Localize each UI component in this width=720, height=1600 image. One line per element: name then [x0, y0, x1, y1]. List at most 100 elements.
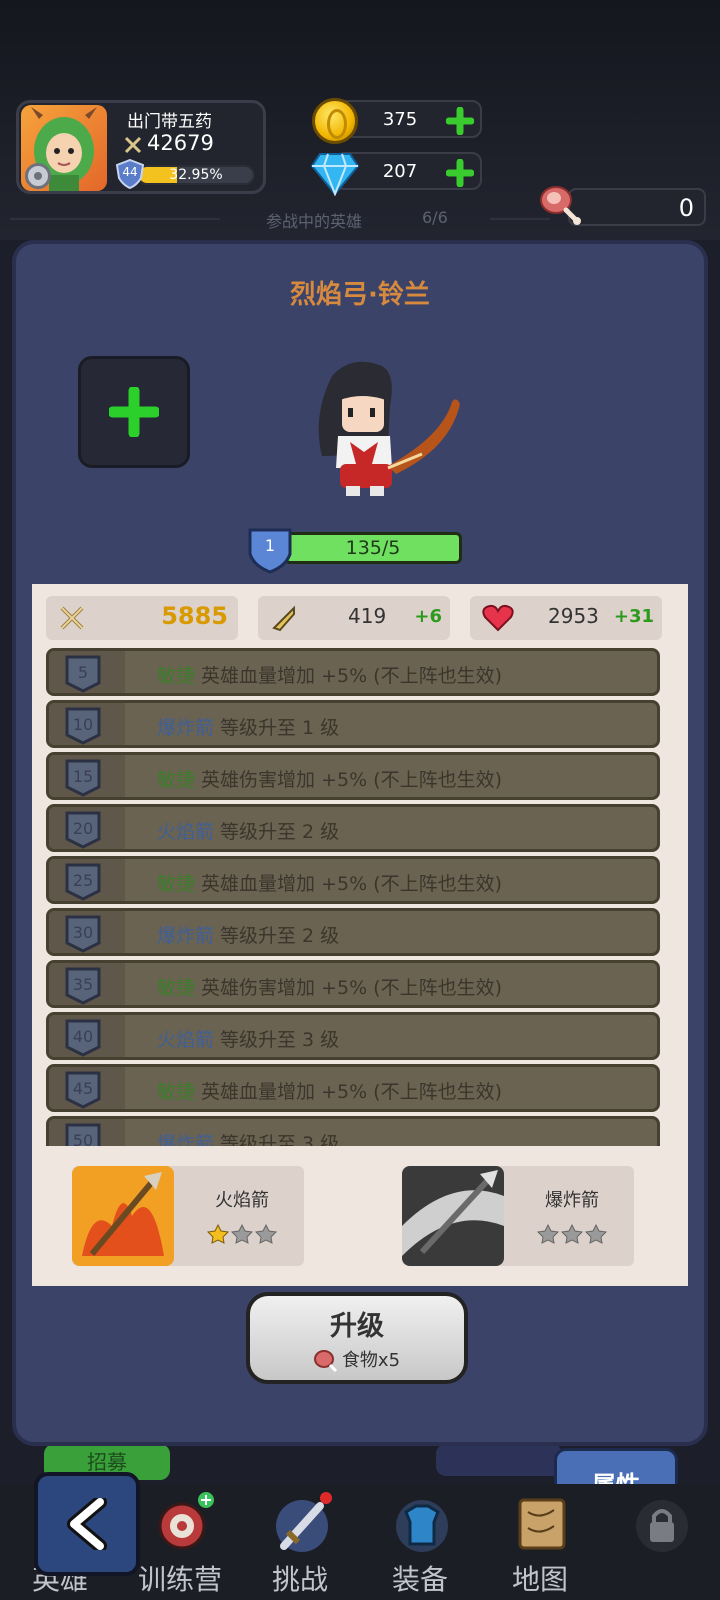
unlock-row-level-cell: 40 [49, 1015, 125, 1057]
unlock-row-level-cell: 45 [49, 1067, 125, 1109]
unlock-level: 15 [72, 767, 94, 786]
unlock-text: 爆炸箭 等级升至 2 级 [157, 921, 339, 948]
upgrade-button[interactable]: 升级 食物x5 [246, 1292, 468, 1384]
nav-map[interactable]: 地图 [480, 1492, 600, 1600]
unlock-desc: 等级升至 1 级 [220, 717, 340, 739]
unlock-tag: 敏捷 [157, 665, 196, 687]
upgrade-cost: 食物x5 [250, 1346, 464, 1373]
unlock-tag: 爆炸箭 [157, 925, 215, 947]
attack-stat: 5885 [46, 596, 238, 640]
unlock-desc: 英雄血量增加 +5% (不上阵也生效) [201, 1081, 502, 1103]
skill-card-fire-arrow[interactable]: 火焰箭 [72, 1166, 304, 1266]
hp-value: 2953 [548, 604, 599, 628]
hero-level-bar: 135/5 1 [246, 526, 478, 574]
unlock-row: 50 爆炸箭 等级升至 3 级 [46, 1116, 660, 1146]
player-exp-text: 32.95% [169, 167, 223, 183]
level-badge: 35 [63, 965, 103, 1005]
boot-speed-icon [272, 605, 295, 632]
unlock-row-level-cell: 15 [49, 755, 125, 797]
crossed-swords-icon [60, 606, 84, 630]
settings-gear-icon[interactable] [25, 163, 51, 189]
unlock-text: 火焰箭 等级升至 3 级 [157, 1025, 339, 1052]
unlock-row-level-cell: 30 [49, 911, 125, 953]
level-badge: 45 [63, 1069, 103, 1109]
unlock-row-level-cell: 5 [49, 651, 125, 693]
recruit-label: 招募 [87, 1450, 127, 1474]
challenge-sword-icon [276, 1492, 332, 1552]
skill-stars-rating [206, 1224, 278, 1244]
unlock-text: 敏捷 英雄血量增加 +5% (不上阵也生效) [157, 1077, 502, 1104]
skill-stars-rating [536, 1224, 608, 1244]
crossed-swords-icon [124, 136, 142, 154]
nav-label: 挑战 [271, 1563, 328, 1596]
unlock-level: 20 [72, 819, 94, 838]
unlock-desc: 英雄血量增加 +5% (不上阵也生效) [201, 665, 502, 687]
hero-exp-text: 135/5 [345, 537, 401, 559]
team-count: 6/6 [422, 208, 448, 227]
unlock-tag: 火焰箭 [157, 1029, 215, 1051]
upgrade-label: 升级 [330, 1311, 384, 1342]
nav-challenge[interactable]: 挑战 [240, 1492, 360, 1600]
level-badge: 15 [63, 757, 103, 797]
add-gem-plus-icon[interactable] [446, 159, 474, 187]
unlock-text: 敏捷 英雄血量增加 +5% (不上阵也生效) [157, 869, 502, 896]
unlock-text: 敏捷 英雄血量增加 +5% (不上阵也生效) [157, 661, 502, 688]
unlock-row: 15 敏捷 英雄伤害增加 +5% (不上阵也生效) [46, 752, 660, 800]
level-badge: 20 [63, 809, 103, 849]
speed-value: 419 [348, 604, 387, 628]
gold-coin-icon [312, 98, 358, 144]
add-gold-plus-icon[interactable] [446, 107, 474, 135]
hero-stats-area: 5885 419 +6 2953 +31 5 敏捷 英雄血量增加 +5% (不上阵也… [32, 584, 688, 1286]
back-button[interactable] [34, 1472, 140, 1576]
add-equipment-slot[interactable] [78, 356, 190, 468]
unlock-row: 25 敏捷 英雄血量增加 +5% (不上阵也生效) [46, 856, 660, 904]
fire-arrow-icon [72, 1166, 174, 1266]
equipment-armor-icon [396, 1500, 448, 1552]
unlock-tag: 火焰箭 [157, 821, 215, 843]
unlock-level: 25 [72, 871, 94, 890]
unlock-desc: 英雄伤害增加 +5% (不上阵也生效) [201, 977, 502, 999]
unlock-level: 10 [72, 715, 94, 734]
unlock-tag: 爆炸箭 [157, 1133, 215, 1146]
attack-value: 5885 [161, 602, 228, 630]
speed-stat: 419 +6 [258, 596, 450, 640]
unlock-tag: 敏捷 [157, 1081, 196, 1103]
meat-food-icon [313, 1350, 337, 1373]
player-card[interactable]: 出门带五药 42679 32.95% 44 [16, 100, 266, 194]
unlock-tag: 敏捷 [157, 977, 196, 999]
player-name: 出门带五药 [127, 112, 212, 132]
nav-equipment[interactable]: 装备 [360, 1492, 480, 1600]
unlock-text: 敏捷 英雄伤害增加 +5% (不上阵也生效) [157, 765, 502, 792]
unlock-level: 45 [72, 1079, 94, 1098]
hero-sprite-archer [318, 361, 460, 496]
unlock-row: 45 敏捷 英雄血量增加 +5% (不上阵也生效) [46, 1064, 660, 1112]
diamond-gem-icon [310, 153, 360, 196]
team-label: 参战中的英雄 [266, 212, 363, 231]
player-avatar[interactable] [21, 105, 107, 191]
hp-stat: 2953 +31 [470, 596, 662, 640]
level-badge: 30 [63, 913, 103, 953]
player-exp-bar: 32.95% [137, 165, 255, 185]
nav-locked[interactable] [600, 1492, 720, 1600]
unlock-tag: 爆炸箭 [157, 717, 215, 739]
unlock-level: 50 [72, 1131, 94, 1146]
level-unlock-list[interactable]: 5 敏捷 英雄血量增加 +5% (不上阵也生效) 10 爆炸箭 等级升至 1 级 15 敏捷英… [46, 648, 660, 1146]
skill-name: 爆炸箭 [545, 1190, 599, 1211]
unlock-row: 5 敏捷 英雄血量增加 +5% (不上阵也生效) [46, 648, 660, 696]
food-currency[interactable]: 0 [568, 188, 706, 226]
unlock-row: 40 火焰箭 等级升至 3 级 [46, 1012, 660, 1060]
fire-arrow-skill-image [72, 1166, 174, 1266]
unlock-desc: 英雄伤害增加 +5% (不上阵也生效) [201, 769, 502, 791]
unlock-text: 火焰箭 等级升至 2 级 [157, 817, 339, 844]
unlock-text: 爆炸箭 等级升至 1 级 [157, 713, 339, 740]
unlock-row: 35 敏捷 英雄伤害增加 +5% (不上阵也生效) [46, 960, 660, 1008]
skill-card-bomb-arrow[interactable]: 爆炸箭 [402, 1166, 634, 1266]
unlock-row-level-cell: 20 [49, 807, 125, 849]
hidden-dark-button [436, 1444, 562, 1476]
level-badge: 40 [63, 1017, 103, 1057]
hero-title: 烈焰弓·铃兰 [290, 280, 430, 310]
unlock-level: 35 [72, 975, 94, 994]
unlock-level: 30 [72, 923, 94, 942]
speed-bonus: +6 [414, 606, 442, 627]
unlock-level: 40 [72, 1027, 94, 1046]
